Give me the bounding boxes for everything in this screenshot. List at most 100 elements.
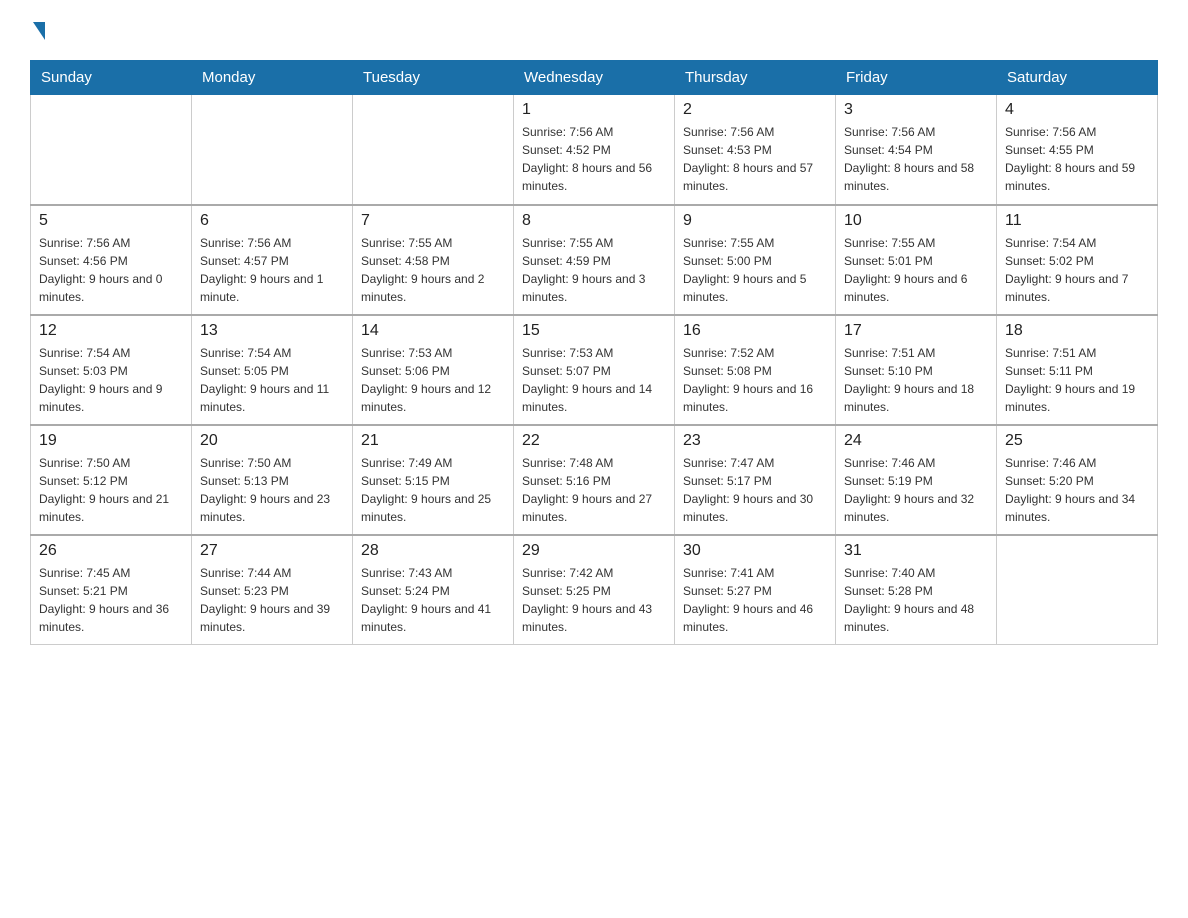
page-header bbox=[30, 20, 1158, 40]
day-number: 11 bbox=[1005, 212, 1149, 230]
day-info: Sunrise: 7:49 AM Sunset: 5:15 PM Dayligh… bbox=[361, 454, 505, 526]
calendar-day-cell: 15 Sunrise: 7:53 AM Sunset: 5:07 PM Dayli… bbox=[514, 315, 675, 425]
calendar-week-row: 5 Sunrise: 7:56 AM Sunset: 4:56 PM Daylig… bbox=[31, 205, 1158, 315]
day-of-week-header: Tuesday bbox=[353, 61, 514, 95]
day-info: Sunrise: 7:55 AM Sunset: 4:59 PM Dayligh… bbox=[522, 234, 666, 306]
day-number: 1 bbox=[522, 101, 666, 119]
day-number: 8 bbox=[522, 212, 666, 230]
day-info: Sunrise: 7:51 AM Sunset: 5:11 PM Dayligh… bbox=[1005, 344, 1149, 416]
calendar-day-cell: 3Sunrise: 7:56 AM Sunset: 4:54 PM Daylig… bbox=[836, 95, 997, 205]
day-info: Sunrise: 7:56 AM Sunset: 4:53 PM Dayligh… bbox=[683, 123, 827, 195]
day-number: 7 bbox=[361, 212, 505, 230]
calendar-day-cell: 27 Sunrise: 7:44 AM Sunset: 5:23 PM Dayli… bbox=[192, 535, 353, 645]
calendar-day-cell: 18 Sunrise: 7:51 AM Sunset: 5:11 PM Dayli… bbox=[997, 315, 1158, 425]
day-number: 20 bbox=[200, 432, 344, 450]
day-info: Sunrise: 7:56 AM Sunset: 4:57 PM Dayligh… bbox=[200, 234, 344, 306]
calendar-day-cell: 29 Sunrise: 7:42 AM Sunset: 5:25 PM Dayli… bbox=[514, 535, 675, 645]
calendar-day-cell: 9Sunrise: 7:55 AM Sunset: 5:00 PM Daylig… bbox=[675, 205, 836, 315]
calendar-day-cell: 31 Sunrise: 7:40 AM Sunset: 5:28 PM Dayli… bbox=[836, 535, 997, 645]
calendar-day-cell: 20 Sunrise: 7:50 AM Sunset: 5:13 PM Dayli… bbox=[192, 425, 353, 535]
day-of-week-header: Saturday bbox=[997, 61, 1158, 95]
day-info: Sunrise: 7:42 AM Sunset: 5:25 PM Dayligh… bbox=[522, 564, 666, 636]
day-info: Sunrise: 7:50 AM Sunset: 5:12 PM Dayligh… bbox=[39, 454, 183, 526]
day-info: Sunrise: 7:48 AM Sunset: 5:16 PM Dayligh… bbox=[522, 454, 666, 526]
day-info: Sunrise: 7:53 AM Sunset: 5:07 PM Dayligh… bbox=[522, 344, 666, 416]
day-of-week-header: Friday bbox=[836, 61, 997, 95]
calendar-day-cell: 24Sunrise: 7:46 AM Sunset: 5:19 PM Dayli… bbox=[836, 425, 997, 535]
day-info: Sunrise: 7:56 AM Sunset: 4:52 PM Dayligh… bbox=[522, 123, 666, 195]
day-number: 15 bbox=[522, 322, 666, 340]
calendar-day-cell: 1 Sunrise: 7:56 AM Sunset: 4:52 PM Daylig… bbox=[514, 95, 675, 205]
day-info: Sunrise: 7:46 AM Sunset: 5:19 PM Dayligh… bbox=[844, 454, 988, 526]
calendar-day-cell: 25 Sunrise: 7:46 AM Sunset: 5:20 PM Dayli… bbox=[997, 425, 1158, 535]
day-info: Sunrise: 7:55 AM Sunset: 4:58 PM Dayligh… bbox=[361, 234, 505, 306]
day-number: 6 bbox=[200, 212, 344, 230]
calendar-day-cell: 23Sunrise: 7:47 AM Sunset: 5:17 PM Dayli… bbox=[675, 425, 836, 535]
day-number: 22 bbox=[522, 432, 666, 450]
day-info: Sunrise: 7:54 AM Sunset: 5:05 PM Dayligh… bbox=[200, 344, 344, 416]
calendar-day-cell: 12 Sunrise: 7:54 AM Sunset: 5:03 PM Dayli… bbox=[31, 315, 192, 425]
calendar-week-row: 19Sunrise: 7:50 AM Sunset: 5:12 PM Dayli… bbox=[31, 425, 1158, 535]
day-number: 29 bbox=[522, 542, 666, 560]
calendar-day-cell: 17 Sunrise: 7:51 AM Sunset: 5:10 PM Dayli… bbox=[836, 315, 997, 425]
calendar-day-cell: 4Sunrise: 7:56 AM Sunset: 4:55 PM Daylig… bbox=[997, 95, 1158, 205]
day-number: 21 bbox=[361, 432, 505, 450]
day-number: 13 bbox=[200, 322, 344, 340]
calendar-day-cell: 8 Sunrise: 7:55 AM Sunset: 4:59 PM Daylig… bbox=[514, 205, 675, 315]
day-of-week-header: Wednesday bbox=[514, 61, 675, 95]
day-number: 25 bbox=[1005, 432, 1149, 450]
day-number: 16 bbox=[683, 322, 827, 340]
calendar-day-cell: 10 Sunrise: 7:55 AM Sunset: 5:01 PM Dayli… bbox=[836, 205, 997, 315]
day-info: Sunrise: 7:51 AM Sunset: 5:10 PM Dayligh… bbox=[844, 344, 988, 416]
logo-arrow-icon bbox=[33, 22, 45, 40]
calendar-week-row: 12 Sunrise: 7:54 AM Sunset: 5:03 PM Dayli… bbox=[31, 315, 1158, 425]
calendar-day-cell bbox=[31, 95, 192, 205]
calendar-day-cell bbox=[192, 95, 353, 205]
day-number: 4 bbox=[1005, 101, 1149, 119]
logo bbox=[30, 20, 45, 40]
calendar-day-cell: 2 Sunrise: 7:56 AM Sunset: 4:53 PM Daylig… bbox=[675, 95, 836, 205]
day-number: 17 bbox=[844, 322, 988, 340]
day-number: 12 bbox=[39, 322, 183, 340]
day-number: 31 bbox=[844, 542, 988, 560]
calendar-day-cell: 11 Sunrise: 7:54 AM Sunset: 5:02 PM Dayli… bbox=[997, 205, 1158, 315]
day-info: Sunrise: 7:41 AM Sunset: 5:27 PM Dayligh… bbox=[683, 564, 827, 636]
calendar-day-cell: 6 Sunrise: 7:56 AM Sunset: 4:57 PM Daylig… bbox=[192, 205, 353, 315]
day-info: Sunrise: 7:46 AM Sunset: 5:20 PM Dayligh… bbox=[1005, 454, 1149, 526]
day-info: Sunrise: 7:55 AM Sunset: 5:01 PM Dayligh… bbox=[844, 234, 988, 306]
calendar-day-cell: 5 Sunrise: 7:56 AM Sunset: 4:56 PM Daylig… bbox=[31, 205, 192, 315]
day-number: 14 bbox=[361, 322, 505, 340]
day-info: Sunrise: 7:43 AM Sunset: 5:24 PM Dayligh… bbox=[361, 564, 505, 636]
calendar-day-cell: 22 Sunrise: 7:48 AM Sunset: 5:16 PM Dayli… bbox=[514, 425, 675, 535]
calendar-day-cell bbox=[997, 535, 1158, 645]
day-info: Sunrise: 7:44 AM Sunset: 5:23 PM Dayligh… bbox=[200, 564, 344, 636]
calendar-day-cell: 16 Sunrise: 7:52 AM Sunset: 5:08 PM Dayli… bbox=[675, 315, 836, 425]
calendar-day-cell bbox=[353, 95, 514, 205]
day-info: Sunrise: 7:54 AM Sunset: 5:02 PM Dayligh… bbox=[1005, 234, 1149, 306]
day-info: Sunrise: 7:50 AM Sunset: 5:13 PM Dayligh… bbox=[200, 454, 344, 526]
day-number: 26 bbox=[39, 542, 183, 560]
calendar-day-cell: 30Sunrise: 7:41 AM Sunset: 5:27 PM Dayli… bbox=[675, 535, 836, 645]
day-number: 18 bbox=[1005, 322, 1149, 340]
calendar-header-row: SundayMondayTuesdayWednesdayThursdayFrid… bbox=[31, 61, 1158, 95]
day-info: Sunrise: 7:52 AM Sunset: 5:08 PM Dayligh… bbox=[683, 344, 827, 416]
calendar-table: SundayMondayTuesdayWednesdayThursdayFrid… bbox=[30, 60, 1158, 645]
day-number: 5 bbox=[39, 212, 183, 230]
day-info: Sunrise: 7:56 AM Sunset: 4:54 PM Dayligh… bbox=[844, 123, 988, 195]
calendar-day-cell: 28 Sunrise: 7:43 AM Sunset: 5:24 PM Dayli… bbox=[353, 535, 514, 645]
day-info: Sunrise: 7:54 AM Sunset: 5:03 PM Dayligh… bbox=[39, 344, 183, 416]
day-number: 23 bbox=[683, 432, 827, 450]
calendar-day-cell: 26Sunrise: 7:45 AM Sunset: 5:21 PM Dayli… bbox=[31, 535, 192, 645]
day-number: 28 bbox=[361, 542, 505, 560]
calendar-day-cell: 19Sunrise: 7:50 AM Sunset: 5:12 PM Dayli… bbox=[31, 425, 192, 535]
day-info: Sunrise: 7:40 AM Sunset: 5:28 PM Dayligh… bbox=[844, 564, 988, 636]
day-number: 27 bbox=[200, 542, 344, 560]
calendar-week-row: 26Sunrise: 7:45 AM Sunset: 5:21 PM Dayli… bbox=[31, 535, 1158, 645]
day-of-week-header: Thursday bbox=[675, 61, 836, 95]
day-info: Sunrise: 7:56 AM Sunset: 4:56 PM Dayligh… bbox=[39, 234, 183, 306]
calendar-day-cell: 14Sunrise: 7:53 AM Sunset: 5:06 PM Dayli… bbox=[353, 315, 514, 425]
day-info: Sunrise: 7:55 AM Sunset: 5:00 PM Dayligh… bbox=[683, 234, 827, 306]
day-of-week-header: Monday bbox=[192, 61, 353, 95]
day-number: 2 bbox=[683, 101, 827, 119]
day-number: 10 bbox=[844, 212, 988, 230]
